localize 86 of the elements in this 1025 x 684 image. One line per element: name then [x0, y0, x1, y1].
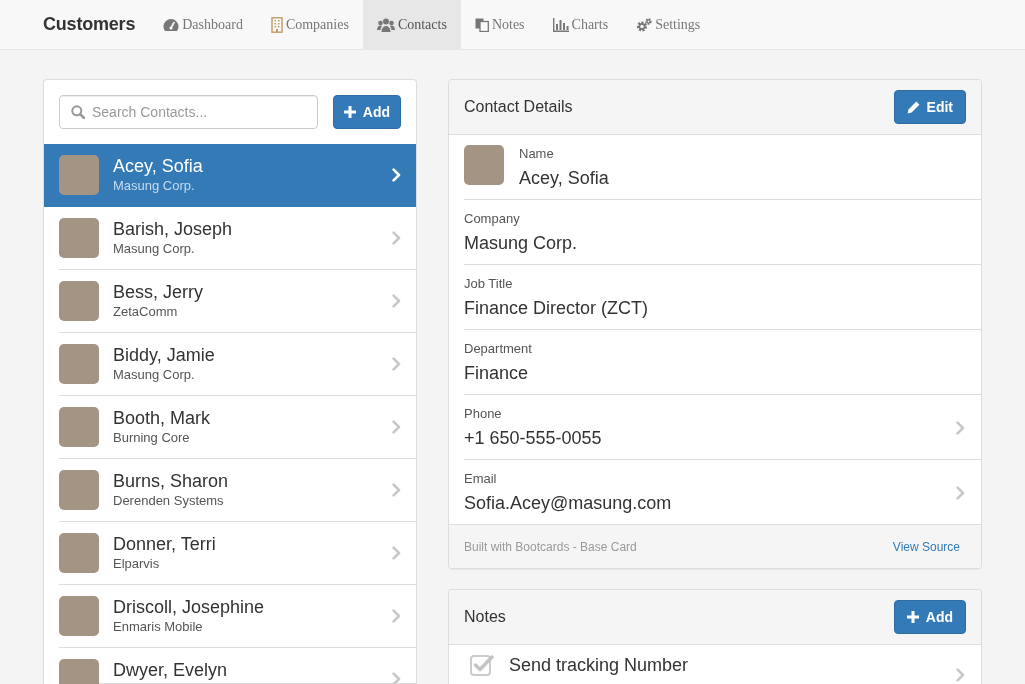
search-field[interactable]: Search Contacts... — [59, 95, 318, 129]
plus-icon — [343, 106, 356, 118]
chevron-right-icon — [392, 609, 401, 623]
contact-list-item[interactable]: Booth, Mark Burning Core — [44, 396, 416, 459]
contact-list-item[interactable]: Dwyer, Evelyn — [44, 648, 416, 684]
chevron-right-icon — [956, 485, 965, 500]
chevron-right-icon — [392, 546, 401, 560]
contact-list-item[interactable]: Burns, Sharon Derenden Systems — [44, 459, 416, 522]
app-title: Customers — [43, 14, 136, 35]
photo-placeholder — [59, 596, 99, 636]
field-label: Job Title — [464, 275, 513, 293]
gauge-icon — [163, 17, 180, 32]
company-name: Masung Corp. — [113, 240, 195, 258]
field-label: Company — [464, 210, 520, 228]
field-value: Masung Corp. — [464, 232, 578, 255]
field-value: Acey, Sofia — [519, 167, 609, 190]
contact-name: Bess, Jerry — [113, 281, 204, 303]
company-name: Enmaris Mobile — [113, 618, 203, 636]
add-button[interactable]: Add — [893, 600, 966, 634]
company-name: Masung Corp. — [113, 366, 195, 384]
field-value: Sofia.Acey@masung.com — [464, 492, 672, 515]
field-value: Finance Director (ZCT) — [464, 297, 649, 320]
field-label: Name — [519, 145, 554, 163]
pencil-icon — [906, 100, 920, 114]
search-icon — [71, 105, 85, 119]
checkbox-icon[interactable] — [470, 653, 494, 677]
photo-placeholder — [59, 470, 99, 510]
field-value: +1 650-555-0055 — [464, 427, 602, 450]
contact-name: Dwyer, Evelyn — [113, 659, 228, 681]
contact-list-item[interactable]: Donner, Terri Elparvis — [44, 522, 416, 585]
chevron-right-icon — [392, 294, 401, 308]
photo-placeholder — [464, 145, 504, 185]
users-icon — [376, 17, 395, 32]
contact-name: Booth, Mark — [113, 407, 211, 429]
company-name: Burning Core — [113, 429, 190, 447]
field-value: Finance — [464, 362, 529, 385]
field-label: Phone — [464, 405, 502, 423]
footer-text: Built with Bootcards - Base Card — [464, 539, 637, 554]
photo-placeholder — [59, 344, 99, 384]
photo-placeholder — [59, 155, 99, 195]
edit-button[interactable]: Edit — [893, 90, 966, 124]
card-title: Contact Details — [464, 98, 573, 116]
nav-tab[interactable]: Dashboard — [149, 0, 257, 49]
building-icon — [270, 16, 283, 33]
field-label: Department — [464, 340, 532, 358]
chevron-right-icon — [392, 357, 401, 371]
nav-tab[interactable]: Settings — [622, 0, 715, 49]
chevron-right-icon — [392, 231, 401, 245]
chevron-right-icon — [956, 668, 965, 682]
contact-name: Acey, Sofia — [113, 155, 203, 177]
photo-placeholder — [59, 407, 99, 447]
nav-tab[interactable]: Companies — [256, 0, 363, 49]
chevron-right-icon — [392, 672, 401, 684]
note-title: Send tracking Number — [509, 654, 690, 677]
contact-list-item[interactable]: Barish, Joseph Masung Corp. — [44, 207, 416, 270]
card-title: Notes — [464, 608, 506, 626]
field-label: Email — [464, 470, 497, 488]
chevron-right-icon — [956, 420, 965, 435]
company-name: Derenden Systems — [113, 492, 224, 510]
photo-placeholder — [59, 281, 99, 321]
chevron-right-icon — [392, 168, 401, 182]
bar-chart-icon — [552, 17, 569, 32]
add-button[interactable]: Add — [332, 95, 401, 129]
files-icon — [474, 17, 489, 32]
contact-name: Barish, Joseph — [113, 218, 233, 240]
contact-name: Driscoll, Josephine — [113, 596, 265, 618]
nav-tab[interactable]: Contacts — [362, 0, 461, 49]
contact-list-item[interactable]: Biddy, Jamie Masung Corp. — [44, 333, 416, 396]
contact-name: Burns, Sharon — [113, 470, 229, 492]
contact-name: Donner, Terri — [113, 533, 216, 555]
gears-icon — [636, 17, 653, 32]
chevron-right-icon — [392, 483, 401, 497]
view-source-link[interactable]: View Source — [892, 539, 960, 554]
plus-icon — [906, 611, 919, 623]
nav-tab[interactable]: Charts — [538, 0, 623, 49]
photo-placeholder — [59, 218, 99, 258]
contact-list-item[interactable]: Bess, Jerry ZetaComm — [44, 270, 416, 333]
chevron-right-icon — [392, 420, 401, 434]
nav-tab[interactable]: Notes — [460, 0, 539, 49]
company-name: Masung Corp. — [113, 177, 195, 195]
company-name: Elparvis — [113, 555, 160, 573]
contact-name: Biddy, Jamie — [113, 344, 215, 366]
company-name: ZetaComm — [113, 303, 178, 321]
contact-list-item[interactable]: Driscoll, Josephine Enmaris Mobile — [44, 585, 416, 648]
contact-list-item[interactable]: Acey, Sofia Masung Corp. — [44, 144, 416, 207]
photo-placeholder — [59, 533, 99, 573]
